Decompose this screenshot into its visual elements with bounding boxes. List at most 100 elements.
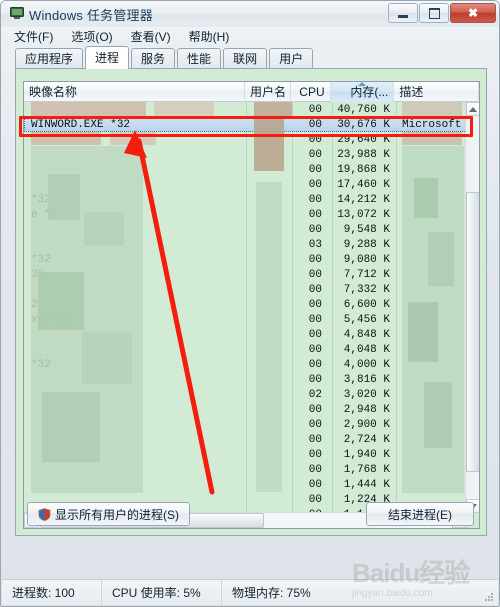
column-header-memory[interactable]: 内存(... — [330, 82, 395, 102]
cell-mem: 1,444 K — [343, 478, 390, 491]
cell-cpu: 00 — [308, 193, 322, 206]
chevron-up-icon — [469, 106, 477, 112]
table-row[interactable]: 00 7,332 K — [24, 282, 467, 297]
cell-mem: 1,768 K — [343, 463, 390, 476]
table-row[interactable]: 00 3,816 K — [24, 372, 467, 387]
menu-item-view[interactable]: 查看(V) — [129, 27, 179, 47]
table-row[interactable]: 00 1,940 K — [24, 447, 467, 462]
table-row[interactable]: 00 2,724 K — [24, 432, 467, 447]
table-row[interactable]: 00 4,048 K — [24, 342, 467, 357]
cell-cpu: 00 — [308, 268, 322, 281]
close-icon: ✖ — [467, 6, 479, 20]
cell-mem: 30,676 K — [337, 118, 390, 131]
cell-cpu: 00 — [308, 208, 322, 221]
minimize-button[interactable] — [388, 3, 418, 23]
table-row[interactable]: 00 17,460 K — [24, 177, 467, 192]
status-physical-memory: 物理内存: 75% — [232, 585, 311, 600]
table-row[interactable]: *32 00 14,212 K — [24, 192, 467, 207]
window-title: Windows 任务管理器 — [29, 8, 153, 23]
cell-cpu: 00 — [308, 298, 322, 311]
table-row[interactable]: 00 9,548 K — [24, 222, 467, 237]
window-controls: ✖ — [388, 3, 496, 23]
vertical-scroll-thumb[interactable] — [466, 192, 479, 472]
table-row[interactable]: e *3 00 13,072 K — [24, 207, 467, 222]
sort-ascending-arrow-icon — [358, 82, 366, 86]
table-row[interactable]: xe *32 00 5,456 K — [24, 312, 467, 327]
cell-cpu: 00 — [308, 103, 322, 116]
cell-cpu: 02 — [308, 388, 322, 401]
column-header-cpu[interactable]: CPU — [291, 82, 331, 102]
cell-cpu: 00 — [308, 223, 322, 236]
process-table-header: 映像名称 用户名 CPU 内存(... 描述 — [24, 82, 479, 102]
cell-name: WINWORD.EXE *32 — [31, 118, 131, 131]
menu-item-options[interactable]: 选项(O) — [69, 27, 120, 47]
table-row[interactable]: 00 19,868 K — [24, 162, 467, 177]
cell-cpu: 00 — [308, 178, 322, 191]
tab-networking[interactable]: 联网 — [223, 48, 268, 68]
cell-cpu: 00 — [308, 133, 322, 146]
close-button[interactable]: ✖ — [450, 3, 496, 23]
cell-name: xe *32 — [31, 313, 71, 326]
show-all-users-button[interactable]: 显示所有用户的进程(S) — [27, 502, 190, 526]
cell-mem: 7,712 K — [343, 268, 390, 281]
table-row[interactable]: 02 3,020 K — [24, 387, 467, 402]
table-row[interactable]: 00 23,988 K — [24, 147, 467, 162]
tab-processes[interactable]: 进程 — [85, 46, 130, 69]
table-row[interactable]: *32 00 4,000 K — [24, 357, 467, 372]
title-bar[interactable]: Windows 任务管理器 ✖ — [1, 1, 499, 27]
table-row[interactable]: 03 9,288 K — [24, 237, 467, 252]
tab-applications[interactable]: 应用程序 — [15, 48, 84, 68]
cell-cpu: 00 — [308, 448, 322, 461]
cell-mem: 2,948 K — [343, 403, 390, 416]
cell-mem: 13,072 K — [337, 208, 390, 221]
cell-mem: 9,288 K — [343, 238, 390, 251]
tab-users[interactable]: 用户 — [269, 48, 314, 68]
table-row[interactable]: 00 2,948 K — [24, 402, 467, 417]
cell-cpu: 00 — [308, 148, 322, 161]
process-list[interactable]: 映像名称 用户名 CPU 内存(... 描述 00 40,760 K WINWORD… — [23, 81, 480, 529]
cell-name: 2 — [31, 298, 38, 311]
cell-cpu: 00 — [308, 253, 322, 266]
maximize-button[interactable] — [419, 3, 449, 23]
cell-cpu: 03 — [308, 238, 322, 251]
menu-bar: 文件(F) 选项(O) 查看(V) 帮助(H) — [2, 27, 498, 47]
menu-item-file[interactable]: 文件(F) — [12, 27, 61, 47]
menu-item-help[interactable]: 帮助(H) — [187, 27, 238, 47]
table-row[interactable]: 32 00 7,712 K — [24, 267, 467, 282]
cell-mem: 5,456 K — [343, 313, 390, 326]
table-row[interactable]: 00 1,768 K — [24, 462, 467, 477]
cell-mem: 17,460 K — [337, 178, 390, 191]
cell-cpu: 00 — [308, 463, 322, 476]
table-row[interactable]: 2 00 6,600 K — [24, 297, 467, 312]
table-row[interactable]: 00 2,900 K — [24, 417, 467, 432]
table-row[interactable]: 00 40,760 K — [24, 102, 467, 117]
task-manager-window: Windows 任务管理器 ✖ 文件(F) 选项(O) 查看(V) 帮助(H) — [0, 0, 500, 607]
column-header-user-name[interactable]: 用户名 — [245, 82, 291, 102]
status-cpu-usage: CPU 使用率: 5% — [102, 579, 222, 606]
tab-performance[interactable]: 性能 — [177, 48, 222, 68]
tab-services[interactable]: 服务 — [131, 48, 176, 68]
cell-cpu: 00 — [308, 358, 322, 371]
cell-mem: 19,868 K — [337, 163, 390, 176]
cell-cpu: 00 — [308, 313, 322, 326]
cell-mem: 3,816 K — [343, 373, 390, 386]
minimize-icon — [389, 4, 417, 22]
cell-cpu: 00 — [308, 163, 322, 176]
table-row[interactable]: 00 1,444 K — [24, 477, 467, 492]
scroll-up-button[interactable] — [466, 102, 479, 116]
table-row[interactable]: *32 00 9,080 K — [24, 252, 467, 267]
cell-mem: 2,724 K — [343, 433, 390, 446]
table-row[interactable]: WINWORD.EXE *32 00 30,676 K Microsoft Word — [24, 117, 467, 132]
cell-mem: 3,020 K — [343, 388, 390, 401]
cell-cpu: 00 — [308, 403, 322, 416]
column-header-memory-label: 内存(... — [350, 85, 389, 99]
cell-cpu: 00 — [308, 373, 322, 386]
resize-grip-icon[interactable] — [482, 590, 494, 602]
table-row[interactable]: 00 4,848 K — [24, 327, 467, 342]
cell-mem: 9,080 K — [343, 253, 390, 266]
end-process-button[interactable]: 结束进程(E) — [366, 502, 474, 526]
column-header-description[interactable]: 描述 — [394, 82, 479, 102]
table-row[interactable]: 00 29,640 K — [24, 132, 467, 147]
vertical-scrollbar[interactable] — [465, 102, 479, 513]
column-header-image-name[interactable]: 映像名称 — [24, 82, 245, 102]
